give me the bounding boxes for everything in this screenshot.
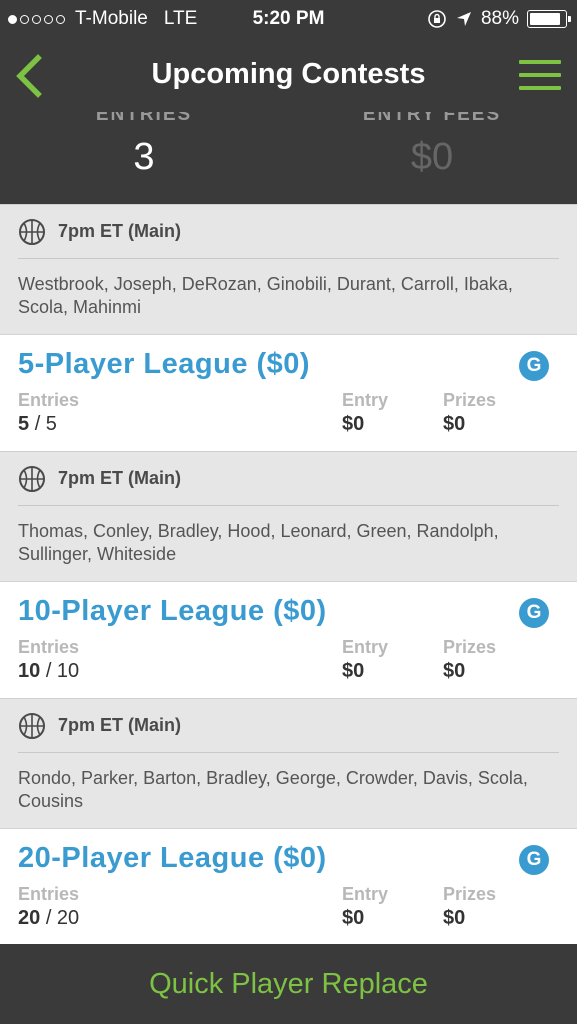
entries-current: 5 (18, 413, 30, 435)
battery-icon (527, 10, 571, 28)
prizes-value: $0 (443, 660, 465, 683)
rotation-lock-icon (428, 10, 446, 28)
prizes-value: $0 (443, 907, 465, 930)
entry-label: Entry (342, 637, 389, 657)
basketball-icon (19, 712, 45, 739)
entry-fee: $0 (342, 660, 365, 682)
prizes-label: Prizes (443, 884, 497, 904)
lineup-header: 7pm ET (Main) (18, 699, 559, 753)
entry-fees-value: $0 (410, 136, 454, 178)
footer-bar: Quick Player Replace (0, 944, 577, 1024)
lineup-header: 7pm ET (Main) (18, 452, 559, 506)
battery-percent: 88% (480, 8, 519, 29)
entry-fee: $0 (342, 907, 365, 929)
prizes-amount: $0 (443, 660, 466, 682)
page-title: Upcoming Contests (151, 58, 426, 90)
prizes-amount: $0 (443, 907, 466, 929)
lineup-card[interactable]: 7pm ET (Main) Thomas, Conley, Bradley, H… (0, 451, 577, 581)
entries-value: 10 / 10 (18, 660, 79, 683)
entries-count: 3 (133, 136, 155, 178)
prizes-value: $0 (443, 413, 465, 436)
entries-label: Entries (18, 884, 80, 904)
entry-value: $0 (342, 907, 364, 930)
entry-value: $0 (342, 660, 364, 683)
lineup-slate: 7pm ET (Main) (58, 468, 182, 488)
status-bar: T-Mobile LTE 5:20 PM 88% (0, 0, 577, 38)
entry-label: Entry (342, 390, 389, 410)
entries-current: 10 (18, 660, 41, 682)
guaranteed-badge: G (519, 351, 549, 381)
lineup-players: Westbrook, Joseph, DeRozan, Ginobili, Du… (18, 274, 513, 317)
lineup-slate: 7pm ET (Main) (58, 715, 182, 735)
contest-card[interactable]: 10-Player League ($0) G Entries 10 / 10 … (0, 581, 577, 698)
entry-fees-summary: ENTRY FEES $0 (288, 112, 576, 179)
entries-label: Entries (18, 637, 80, 657)
prizes-label: Prizes (443, 390, 497, 410)
lineup-players: Rondo, Parker, Barton, Bradley, George, … (18, 768, 528, 811)
contest-name[interactable]: 10-Player League ($0) (18, 595, 327, 628)
entry-value: $0 (342, 413, 364, 436)
lineup-players: Thomas, Conley, Bradley, Hood, Leonard, … (18, 521, 499, 564)
contest-list: 7pm ET (Main) Westbrook, Joseph, DeRozan… (0, 204, 577, 945)
entries-total: / 20 (45, 907, 80, 929)
hamburger-menu-icon[interactable] (519, 60, 561, 90)
entries-total: / 5 (34, 413, 57, 435)
entries-label: Entries (18, 390, 80, 410)
entries-value: 5 / 5 (18, 413, 57, 436)
contest-summary: ENTRIES 3 ENTRY FEES $0 (0, 112, 577, 204)
contest-card[interactable]: 5-Player League ($0) G Entries 5 / 5 Ent… (0, 334, 577, 451)
entry-label: Entry (342, 884, 389, 904)
entry-fees-label: ENTRY FEES (362, 112, 502, 125)
guaranteed-badge: G (519, 598, 549, 628)
basketball-icon (19, 465, 45, 492)
prizes-amount: $0 (443, 413, 466, 435)
location-arrow-icon (456, 12, 471, 26)
lineup-card[interactable]: 7pm ET (Main) Rondo, Parker, Barton, Bra… (0, 698, 577, 828)
status-right: 88% (427, 8, 571, 30)
entries-total: / 10 (45, 660, 80, 682)
basketball-icon (19, 218, 45, 245)
entries-current: 20 (18, 907, 41, 929)
lineup-slate: 7pm ET (Main) (58, 221, 182, 241)
prizes-label: Prizes (443, 637, 497, 657)
contest-card[interactable]: 20-Player League ($0) G Entries 20 / 20 … (0, 828, 577, 945)
battery-fill (530, 13, 560, 25)
contest-name[interactable]: 5-Player League ($0) (18, 348, 310, 381)
quick-player-replace-button[interactable]: Quick Player Replace (0, 944, 577, 1024)
entries-label: ENTRIES (95, 112, 193, 125)
contest-name[interactable]: 20-Player League ($0) (18, 842, 327, 875)
entry-fee: $0 (342, 413, 365, 435)
nav-bar: Upcoming Contests (0, 38, 577, 112)
lineup-header: 7pm ET (Main) (18, 205, 559, 259)
entries-summary: ENTRIES 3 (0, 112, 288, 179)
lineup-card[interactable]: 7pm ET (Main) Westbrook, Joseph, DeRozan… (0, 204, 577, 334)
guaranteed-badge: G (519, 845, 549, 875)
entries-value: 20 / 20 (18, 907, 79, 930)
